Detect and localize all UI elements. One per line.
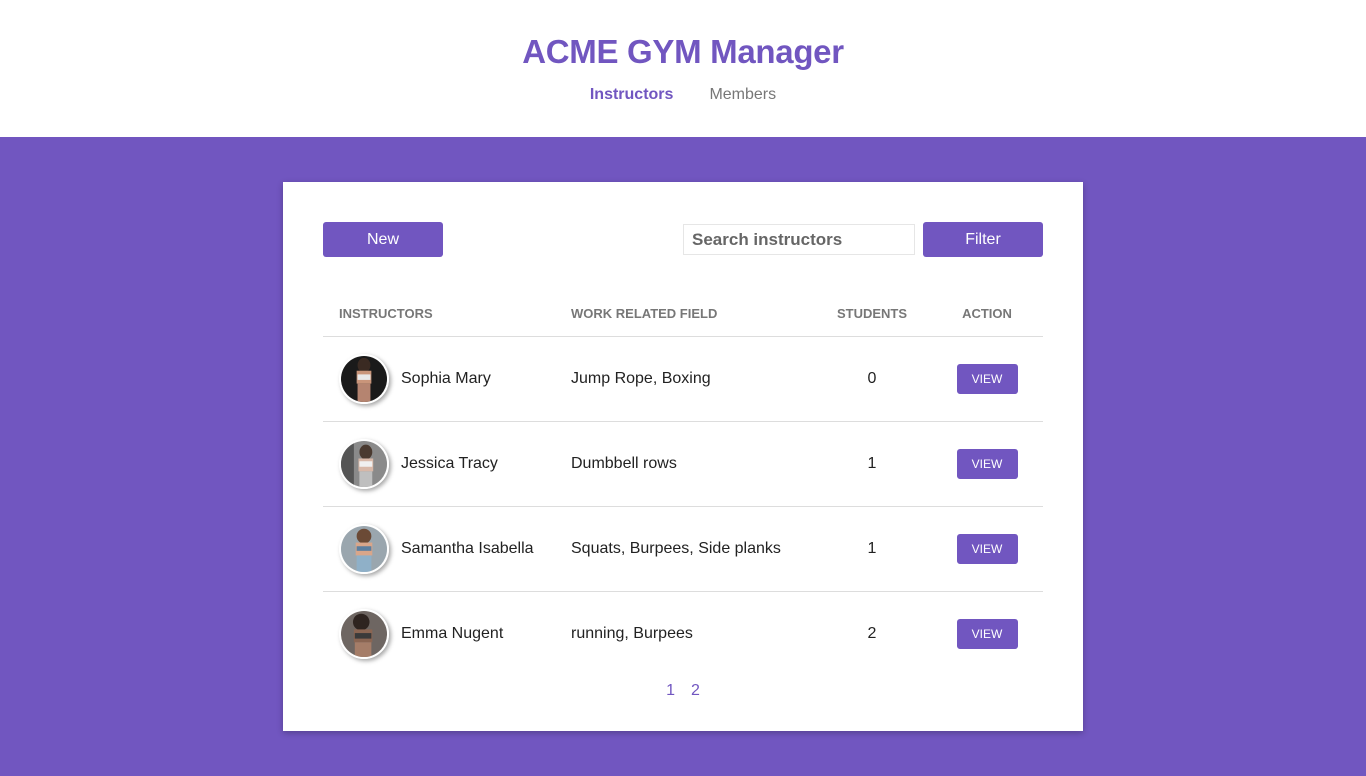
filter-button[interactable]: Filter	[923, 222, 1043, 257]
table-row: Sophia Mary Jump Rope, Boxing 0 VIEW	[323, 336, 1043, 422]
avatar	[339, 353, 389, 404]
instructor-name: Samantha Isabella	[401, 539, 534, 557]
table-row: Emma Nugent running, Burpees 2 VIEW	[323, 591, 1043, 676]
table-row: Jessica Tracy Dumbbell rows 1 VIEW	[323, 421, 1043, 507]
instructor-cell: Samantha Isabella	[339, 523, 571, 574]
avatar	[339, 608, 389, 659]
instructors-card: New Filter INSTRUCTORS WORK RELATED FIEL…	[283, 182, 1083, 731]
instructor-cell: Sophia Mary	[339, 353, 571, 404]
instructor-cell: Jessica Tracy	[339, 438, 571, 489]
column-header-instructors: INSTRUCTORS	[323, 295, 571, 337]
field-cell: Jump Rope, Boxing	[571, 336, 813, 422]
page-link-2[interactable]: 2	[691, 682, 700, 700]
app-title: ACME GYM Manager	[522, 33, 844, 70]
students-count: 1	[813, 506, 931, 592]
students-count: 1	[813, 421, 931, 507]
nav-item-instructors[interactable]: Instructors	[590, 86, 674, 104]
students-count: 2	[867, 624, 877, 642]
table-header-row: INSTRUCTORS WORK RELATED FIELD STUDENTS …	[323, 295, 1043, 337]
view-button[interactable]: VIEW	[956, 363, 1018, 394]
instructor-name: Jessica Tracy	[401, 454, 498, 472]
new-button[interactable]: New	[323, 222, 443, 257]
table-row: Samantha Isabella Squats, Burpees, Side …	[323, 506, 1043, 592]
instructors-table: INSTRUCTORS WORK RELATED FIELD STUDENTS …	[323, 295, 1043, 676]
toolbar: New Filter	[323, 222, 1043, 257]
field-cell: running, Burpees	[571, 624, 693, 642]
field-cell: Dumbbell rows	[571, 421, 813, 507]
search-group: Filter	[683, 222, 1043, 257]
view-button[interactable]: VIEW	[956, 533, 1018, 564]
search-input[interactable]	[683, 224, 915, 255]
column-header-field: WORK RELATED FIELD	[571, 295, 813, 337]
column-header-action: ACTION	[931, 295, 1043, 337]
view-button[interactable]: VIEW	[956, 448, 1018, 479]
nav-item-members[interactable]: Members	[709, 86, 776, 104]
column-header-students: STUDENTS	[813, 295, 931, 337]
students-count: 0	[813, 336, 931, 422]
avatar	[339, 523, 389, 574]
view-button[interactable]: VIEW	[956, 618, 1018, 649]
instructor-cell: Emma Nugent	[339, 608, 571, 659]
pagination: 1 2	[323, 682, 1043, 700]
main-nav: Instructors Members	[0, 86, 1366, 104]
page-link-1[interactable]: 1	[666, 682, 675, 700]
avatar	[339, 438, 389, 489]
field-cell: Squats, Burpees, Side planks	[571, 506, 813, 592]
instructor-name: Emma Nugent	[401, 624, 504, 642]
top-header: ACME GYM Manager Instructors Members	[0, 0, 1366, 137]
instructor-name: Sophia Mary	[401, 369, 491, 387]
